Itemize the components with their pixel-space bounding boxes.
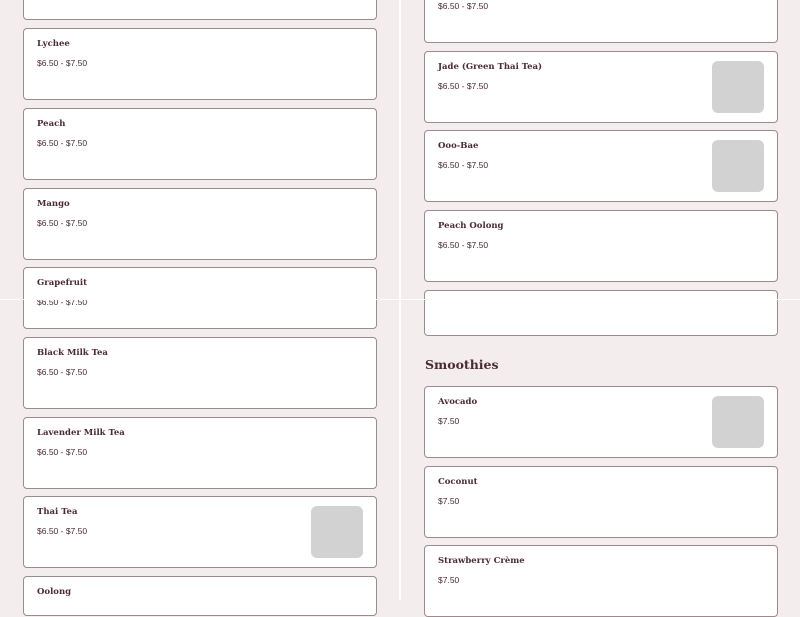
menu-item-name: Lavender Milk Tea xyxy=(37,428,125,438)
menu-item-price: $6.50 - $7.50 xyxy=(37,218,88,228)
column-divider xyxy=(399,0,401,600)
menu-item-price: $7.50 xyxy=(438,416,460,426)
menu-item-card[interactable]: Peach Oolong $6.50 - $7.50 xyxy=(424,210,778,282)
menu-item-card[interactable] xyxy=(23,0,377,20)
section-heading-smoothies: Smoothies xyxy=(425,357,499,372)
menu-item-card[interactable] xyxy=(424,290,778,336)
menu-item-card[interactable]: Strawberry Crème $7.50 xyxy=(424,545,778,617)
menu-item-name: Ooo-Bae xyxy=(438,141,479,151)
menu-item-price: $7.50 xyxy=(438,575,460,585)
menu-item-card[interactable]: Peach $6.50 - $7.50 xyxy=(23,108,377,180)
menu-item-price: $6.50 - $7.50 xyxy=(37,58,88,68)
menu-item-name: Jade (Green Thai Tea) xyxy=(438,62,543,72)
menu-item-card[interactable]: Lychee $6.50 - $7.50 xyxy=(23,28,377,100)
menu-item-card[interactable]: Coconut $7.50 xyxy=(424,466,778,538)
item-photo-placeholder xyxy=(712,396,764,448)
menu-item-card[interactable]: Lavender Milk Tea $6.50 - $7.50 xyxy=(23,417,377,489)
menu-item-price: $6.50 - $7.50 xyxy=(37,138,88,148)
menu-item-price: $6.50 - $7.50 xyxy=(37,447,88,457)
menu-item-price: $6.50 - $7.50 xyxy=(438,240,489,250)
menu-item-price: $6.50 - $7.50 xyxy=(438,81,489,91)
menu-item-card[interactable]: Thai Tea $6.50 - $7.50 xyxy=(23,496,377,568)
menu-item-card[interactable]: Ooo-Bae $6.50 - $7.50 xyxy=(424,130,778,202)
menu-item-name: Avocado xyxy=(438,397,478,407)
menu-item-price: $6.50 - $7.50 xyxy=(438,160,489,170)
menu-item-name: Thai Tea xyxy=(37,507,78,517)
menu-item-card[interactable]: Grapefruit $6.50 - $7.50 xyxy=(23,267,377,329)
menu-item-name: Peach xyxy=(37,119,66,129)
menu-item-card[interactable]: Black Milk Tea $6.50 - $7.50 xyxy=(23,337,377,409)
menu-item-card[interactable]: $6.50 - $7.50 xyxy=(424,0,778,43)
menu-item-card[interactable]: Jade (Green Thai Tea) $6.50 - $7.50 xyxy=(424,51,778,123)
item-photo-placeholder xyxy=(311,506,363,558)
menu-item-price: $6.50 - $7.50 xyxy=(37,367,88,377)
menu-item-card[interactable]: Oolong xyxy=(23,576,377,616)
row-divider xyxy=(0,299,800,300)
menu-item-name: Peach Oolong xyxy=(438,221,504,231)
menu-item-price: $6.50 - $7.50 xyxy=(37,526,88,536)
item-photo-placeholder xyxy=(712,61,764,113)
menu-item-name: Grapefruit xyxy=(37,278,88,288)
menu-item-name: Strawberry Crème xyxy=(438,556,525,566)
menu-item-name: Oolong xyxy=(37,587,72,597)
menu-item-name: Mango xyxy=(37,199,70,209)
menu-item-card[interactable]: Avocado $7.50 xyxy=(424,386,778,458)
menu-item-name: Lychee xyxy=(37,39,70,49)
menu-item-name: Black Milk Tea xyxy=(37,348,108,358)
menu-item-price: $6.50 - $7.50 xyxy=(438,1,489,11)
menu-item-card[interactable]: Mango $6.50 - $7.50 xyxy=(23,188,377,260)
item-photo-placeholder xyxy=(712,140,764,192)
menu-item-price: $7.50 xyxy=(438,496,460,506)
menu-item-name: Coconut xyxy=(438,477,478,487)
